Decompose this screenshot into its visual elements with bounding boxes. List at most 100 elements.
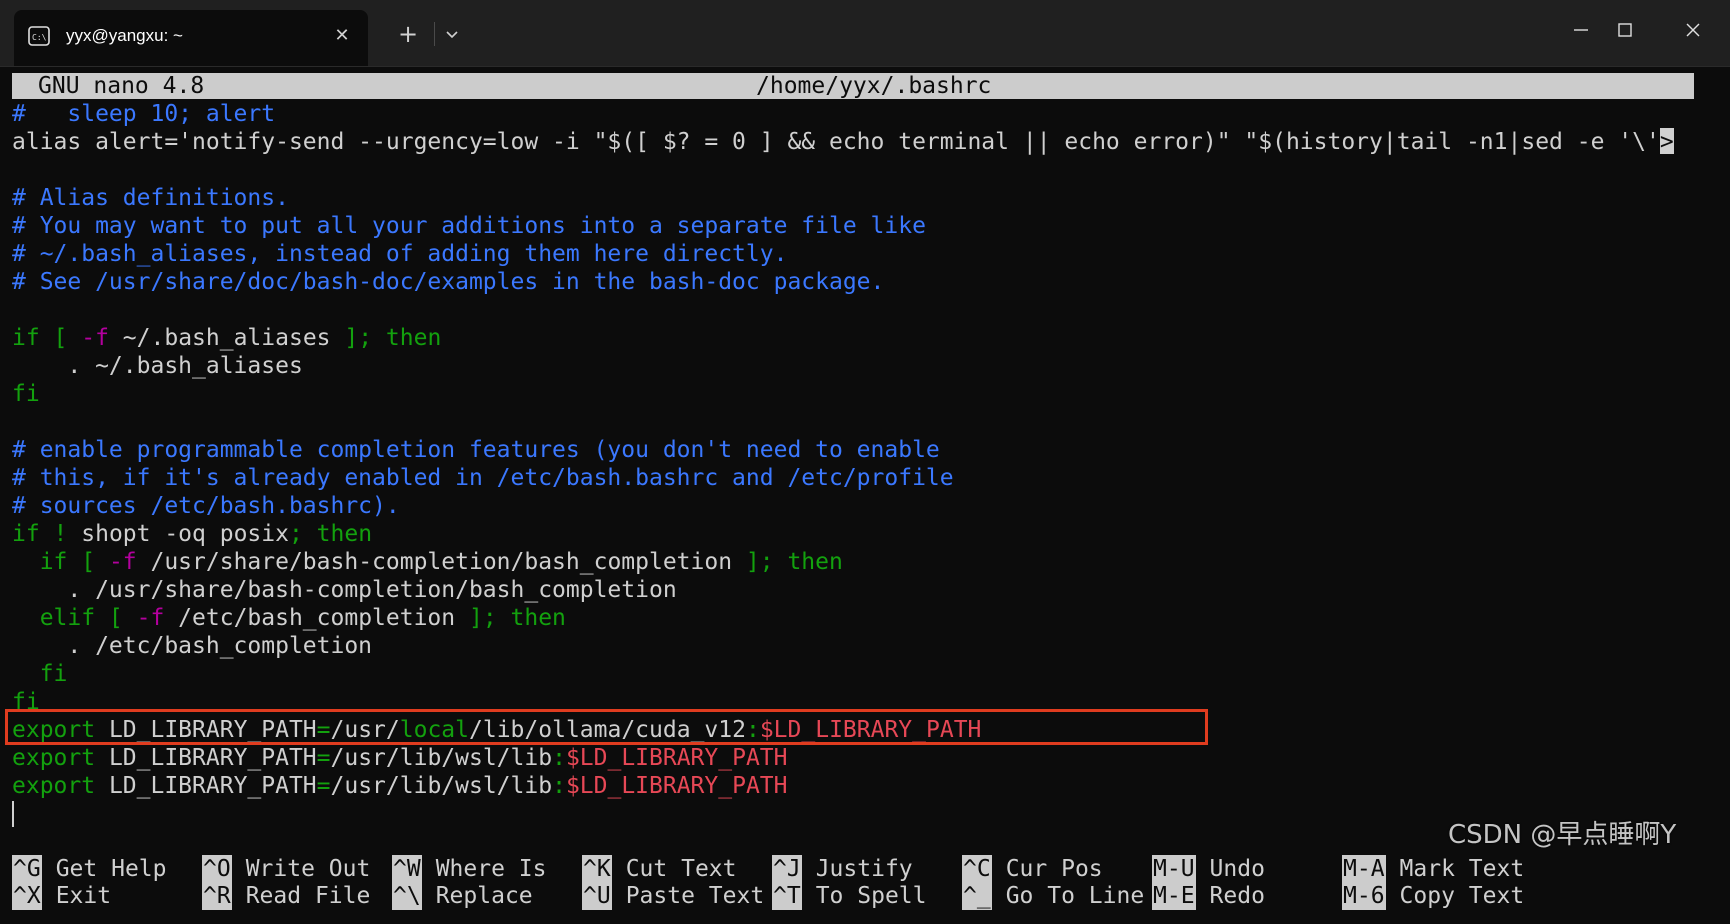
shortcut-key: M-6	[1342, 882, 1386, 910]
shortcut-bar: ^G Get Help ^X Exit ^O Write Out ^R Read File ^W…	[12, 855, 1712, 915]
tab-title: yyx@yangxu: ~	[66, 26, 183, 45]
code-line: export LD_LIBRARY_PATH=/usr/lib/wsl/lib:…	[12, 772, 1674, 800]
shortcut-key: ^J	[772, 855, 802, 883]
maximize-button[interactable]	[1602, 14, 1648, 46]
minimize-button[interactable]	[1558, 14, 1604, 46]
code-line: . /usr/share/bash-completion/bash_comple…	[12, 576, 1674, 604]
terminal-area[interactable]: GNU nano 4.8 /home/yyx/.bashrc # sleep 1…	[0, 67, 1730, 924]
shortcut-item[interactable]: M-A Mark Text	[1342, 855, 1524, 883]
shortcut-key: ^\	[392, 882, 422, 910]
code-token: $LD_LIBRARY_PATH	[565, 773, 788, 799]
shortcut-item[interactable]: ^W Where Is	[392, 855, 546, 883]
shortcut-label: Copy Text	[1399, 883, 1525, 909]
code-token: :	[552, 745, 566, 771]
shortcut-item[interactable]: M-6 Copy Text	[1342, 882, 1524, 910]
close-window-button[interactable]	[1670, 14, 1716, 46]
shortcut-item[interactable]: M-E Redo	[1152, 882, 1265, 910]
code-token: # sources /etc/bash.bashrc).	[12, 493, 400, 519]
shortcut-key: ^T	[772, 882, 802, 910]
terminal-icon: C:\	[28, 26, 50, 46]
new-tab-button[interactable]: +	[394, 20, 422, 48]
code-token: /usr/share/bash-completion/bash_completi…	[136, 549, 746, 575]
code-line: # sources /etc/bash.bashrc).	[12, 492, 1674, 520]
editor-buffer[interactable]: # sleep 10; alert alias alert='notify-sen…	[12, 100, 1674, 800]
shortcut-item[interactable]: ^G Get Help	[12, 855, 166, 883]
shortcut-label: Replace	[435, 883, 533, 909]
minimize-icon	[1574, 29, 1588, 31]
close-tab-icon[interactable]: ✕	[330, 24, 354, 48]
shortcut-item[interactable]: ^\ Replace	[392, 882, 533, 910]
shortcut-item[interactable]: ^K Cut Text	[582, 855, 736, 883]
code-line: . /etc/bash_completion	[12, 632, 1674, 660]
shortcut-item[interactable]: M-U Undo	[1152, 855, 1265, 883]
code-token: ~/.bash_aliases	[108, 325, 345, 351]
shortcut-key: ^W	[392, 855, 422, 883]
code-line: if [ -f ~/.bash_aliases ]; then	[12, 324, 1674, 352]
shortcut-item[interactable]: ^U Paste Text	[582, 882, 764, 910]
nano-header-bar: GNU nano 4.8 /home/yyx/.bashrc	[12, 73, 1694, 99]
line-overflow-marker: >	[1659, 128, 1674, 155]
code-token: . /etc/bash_completion	[12, 633, 373, 659]
code-token: ]; then	[344, 325, 442, 351]
shortcut-label: Undo	[1209, 856, 1265, 882]
shortcut-item[interactable]: ^C Cur Pos	[962, 855, 1103, 883]
chevron-down-icon[interactable]	[440, 22, 464, 46]
code-token: # ~/.bash_aliases, instead of adding the…	[12, 241, 788, 267]
shortcut-label: Cut Text	[625, 856, 737, 882]
code-token: /usr/lib/wsl/lib	[330, 745, 553, 771]
code-token: $LD_LIBRARY_PATH	[565, 745, 788, 771]
shortcut-label: Exit	[55, 883, 112, 909]
code-token: if [	[12, 325, 82, 351]
code-token: elif [	[12, 605, 137, 631]
shortcut-label: To Spell	[815, 883, 927, 909]
shortcut-item[interactable]: ^R Read File	[202, 882, 370, 910]
code-token: . /usr/share/bash-completion/bash_comple…	[12, 577, 677, 603]
shortcut-item[interactable]: ^X Exit	[12, 882, 111, 910]
code-line: # this, if it's already enabled in /etc/…	[12, 464, 1674, 492]
code-token: . ~/.bash_aliases	[12, 353, 303, 379]
code-token: ]; then	[468, 605, 566, 631]
code-line: # You may want to put all your additions…	[12, 212, 1674, 240]
shortcut-label: Redo	[1209, 883, 1265, 909]
watermark: CSDN @早点睡啊Y	[1448, 820, 1677, 850]
code-token: # enable programmable completion feature…	[12, 437, 940, 463]
shortcut-key: ^O	[202, 855, 232, 883]
code-token: LD_LIBRARY_PATH	[95, 745, 317, 771]
shortcut-item[interactable]: ^J Justify	[772, 855, 913, 883]
code-line: # ~/.bash_aliases, instead of adding the…	[12, 240, 1674, 268]
shortcut-key: ^R	[202, 882, 232, 910]
code-token: # this, if it's already enabled in /etc/…	[12, 465, 954, 491]
code-token: # Alias definitions.	[12, 185, 289, 211]
shortcut-item[interactable]: ^T To Spell	[772, 882, 926, 910]
code-token: # See /usr/share/doc/bash-doc/examples i…	[12, 269, 885, 295]
shortcut-label: Justify	[815, 856, 913, 882]
shortcut-key: M-U	[1152, 855, 1196, 883]
shortcut-key: ^K	[582, 855, 612, 883]
code-token: -f	[136, 605, 165, 631]
shortcut-key: ^U	[582, 882, 612, 910]
code-token: # sleep 10; alert	[12, 101, 276, 127]
shortcut-key: M-A	[1342, 855, 1386, 883]
code-line: export LD_LIBRARY_PATH=/usr/lib/wsl/lib:…	[12, 744, 1674, 772]
code-token: /etc/bash_completion	[164, 605, 469, 631]
code-line: alias alert='notify-send --urgency=low -…	[12, 128, 1674, 156]
code-token: if !	[12, 521, 82, 547]
code-token: export	[12, 745, 96, 771]
shortcut-item[interactable]: ^O Write Out	[202, 855, 370, 883]
shortcut-key: ^G	[12, 855, 42, 883]
code-token: -f	[81, 325, 109, 351]
code-token: LD_LIBRARY_PATH	[95, 773, 317, 799]
shortcut-key: ^X	[12, 882, 42, 910]
maximize-icon	[1618, 23, 1632, 37]
code-token: export	[12, 773, 96, 799]
nano-filename: /home/yyx/.bashrc	[756, 73, 992, 99]
terminal-tab[interactable]: C:\ yyx@yangxu: ~ ✕	[14, 10, 368, 66]
shortcut-item[interactable]: ^_ Go To Line	[962, 882, 1144, 910]
code-token: fi	[12, 381, 40, 407]
shortcut-label: Get Help	[55, 856, 167, 882]
code-token: # You may want to put all your additions…	[12, 213, 926, 239]
shortcut-label: Read File	[245, 883, 371, 909]
